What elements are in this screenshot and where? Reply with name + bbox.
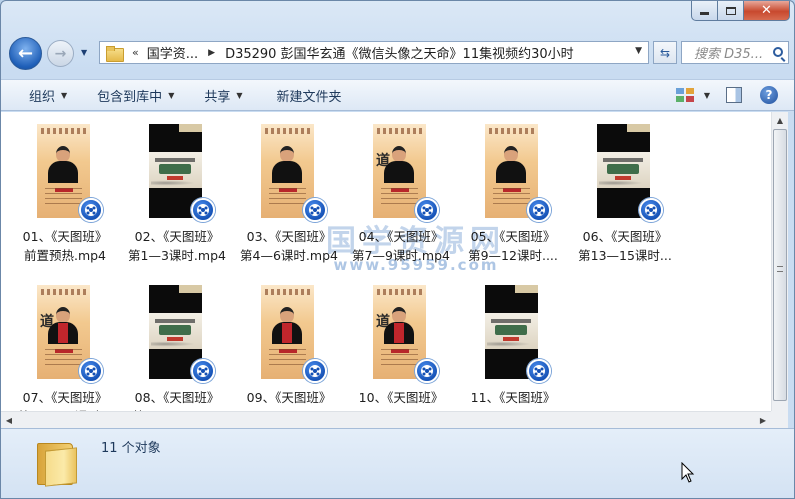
scroll-up-icon[interactable]: ▲ bbox=[772, 112, 788, 128]
search-icon[interactable] bbox=[773, 47, 783, 57]
file-item[interactable]: 06、《天图班》 第13—15课时... bbox=[569, 124, 681, 274]
file-name: 03、《天图班》 第4—6课时.mp4 bbox=[233, 227, 345, 265]
video-player-icon bbox=[191, 198, 215, 222]
close-icon: ✕ bbox=[761, 3, 772, 18]
breadcrumb-separator-icon[interactable]: ▶ bbox=[208, 48, 215, 58]
horizontal-scrollbar[interactable]: ◀ ▶ bbox=[1, 411, 771, 428]
file-item[interactable]: 05、《天图班》 第9—12课时.... bbox=[457, 124, 569, 274]
mouse-cursor-icon bbox=[681, 462, 695, 483]
navigation-bar: ← → ▼ « 国学资... ▶ D35290 彭国华玄通《微信头像之天命》11… bbox=[9, 37, 789, 71]
file-name-line2: 第13—15课时... bbox=[578, 248, 672, 263]
caption-buttons: ✕ bbox=[691, 1, 790, 23]
grip-icon bbox=[777, 266, 783, 272]
breadcrumb-current[interactable]: D35290 彭国华玄通《微信头像之天命》11集视频约30小时 bbox=[225, 43, 574, 62]
file-name-line1: 11、《天图班》 bbox=[470, 390, 556, 405]
command-bar: 组织 ▼ 包含到库中 ▼ 共享 ▼ 新建文件夹 ▼ ? bbox=[1, 79, 794, 111]
file-name: 02、《天图班》 第1—3课时.mp4 bbox=[121, 227, 233, 265]
folder-icon bbox=[37, 437, 79, 487]
refresh-button[interactable]: ⇆ bbox=[653, 41, 677, 64]
file-item[interactable]: 道 04、《天图班》 第7—9课时.mp4 bbox=[345, 124, 457, 274]
file-name-line1: 10、《天图班》 bbox=[358, 390, 444, 405]
view-options-dropdown-icon[interactable]: ▼ bbox=[704, 91, 710, 100]
file-item[interactable]: 03、《天图班》 第4—6课时.mp4 bbox=[233, 124, 345, 274]
change-view-icon[interactable] bbox=[675, 87, 696, 103]
search-box[interactable]: 搜索 D35... bbox=[681, 41, 789, 64]
file-name-line2: 第4—6课时.mp4 bbox=[240, 248, 338, 263]
file-name-line2: 前置预热.mp4 bbox=[23, 248, 107, 263]
forward-button[interactable]: → bbox=[47, 40, 74, 67]
file-name-line2: 第1—3课时.mp4 bbox=[128, 248, 226, 263]
share-button[interactable]: 共享 ▼ bbox=[198, 83, 248, 107]
forward-arrow-icon: → bbox=[54, 45, 67, 62]
vertical-scrollbar[interactable]: ▲ ▼ bbox=[771, 112, 788, 428]
video-player-icon bbox=[303, 359, 327, 383]
include-library-label: 包含到库中 bbox=[97, 89, 163, 105]
folder-icon bbox=[106, 45, 124, 62]
breadcrumb-item[interactable]: 国学资... bbox=[147, 43, 198, 62]
video-player-icon bbox=[191, 359, 215, 383]
file-name-line1: 02、《天图班》 bbox=[134, 229, 220, 244]
video-player-icon bbox=[415, 198, 439, 222]
explorer-window: ✕ ← → ▼ « 国学资... ▶ D35290 彭国华玄通《微信头像之天命》… bbox=[0, 0, 795, 499]
video-player-icon bbox=[527, 359, 551, 383]
toolbar-right-group: ▼ ? bbox=[675, 80, 794, 110]
back-arrow-icon: ← bbox=[17, 43, 34, 64]
video-player-icon bbox=[527, 198, 551, 222]
help-icon[interactable]: ? bbox=[760, 86, 778, 104]
file-name-line1: 04、《天图班》 bbox=[358, 229, 444, 244]
scroll-left-icon[interactable]: ◀ bbox=[1, 412, 17, 428]
chevron-down-icon: ▼ bbox=[236, 90, 243, 100]
preview-pane-icon[interactable] bbox=[726, 87, 742, 103]
share-label: 共享 bbox=[204, 89, 231, 105]
video-player-icon bbox=[303, 198, 327, 222]
organize-button[interactable]: 组织 ▼ bbox=[23, 83, 73, 107]
file-name-line2: 第9—12课时.... bbox=[468, 248, 558, 263]
address-bar[interactable]: « 国学资... ▶ D35290 彭国华玄通《微信头像之天命》11集视频约30… bbox=[99, 41, 649, 64]
maximize-button[interactable] bbox=[718, 1, 744, 21]
file-name: 04、《天图班》 第7—9课时.mp4 bbox=[345, 227, 457, 265]
search-placeholder: 搜索 D35... bbox=[694, 47, 764, 62]
video-player-icon bbox=[79, 198, 103, 222]
file-list: 国学资源网 www.95959.com 01、《天图班》 前置预热.mp4 02、《… bbox=[1, 112, 776, 428]
new-folder-label: 新建文件夹 bbox=[276, 89, 342, 105]
close-button[interactable]: ✕ bbox=[744, 1, 790, 21]
scroll-thumb[interactable] bbox=[773, 129, 787, 401]
recent-pages-dropdown[interactable]: ▼ bbox=[81, 48, 91, 58]
file-name-line1: 05、《天图班》 bbox=[470, 229, 556, 244]
file-name-line2: 第7—9课时.mp4 bbox=[352, 248, 450, 263]
back-button[interactable]: ← bbox=[9, 37, 42, 70]
file-name-line1: 09、《天图班》 bbox=[246, 390, 332, 405]
refresh-icon: ⇆ bbox=[659, 45, 671, 60]
scrollbar-corner bbox=[771, 411, 788, 428]
file-item[interactable]: 02、《天图班》 第1—3课时.mp4 bbox=[121, 124, 233, 274]
minimize-button[interactable] bbox=[691, 1, 718, 21]
include-in-library-button[interactable]: 包含到库中 ▼ bbox=[91, 83, 180, 107]
file-name-line1: 03、《天图班》 bbox=[246, 229, 332, 244]
video-player-icon bbox=[639, 198, 663, 222]
file-name: 01、《天图班》 前置预热.mp4 bbox=[9, 227, 121, 265]
scroll-right-icon[interactable]: ▶ bbox=[755, 412, 771, 428]
chevron-down-icon: ▼ bbox=[61, 90, 68, 100]
maximize-icon bbox=[725, 6, 736, 15]
new-folder-button[interactable]: 新建文件夹 bbox=[271, 83, 348, 107]
organize-label: 组织 bbox=[29, 89, 56, 105]
video-player-icon bbox=[415, 359, 439, 383]
breadcrumb-overflow[interactable]: « bbox=[132, 46, 139, 59]
minimize-icon bbox=[700, 12, 709, 15]
video-player-icon bbox=[79, 359, 103, 383]
file-name: 05、《天图班》 第9—12课时.... bbox=[457, 227, 569, 265]
file-name-line1: 07、《天图班》 bbox=[22, 390, 108, 405]
item-count: 11 个对象 bbox=[101, 441, 161, 456]
chevron-down-icon: ▼ bbox=[168, 90, 175, 100]
details-pane: 11 个对象 bbox=[1, 428, 794, 498]
file-name: 06、《天图班》 第13—15课时... bbox=[569, 227, 681, 265]
file-name-line1: 08、《天图班》 bbox=[134, 390, 220, 405]
file-name-line1: 06、《天图班》 bbox=[582, 229, 668, 244]
address-dropdown-icon[interactable]: ▼ bbox=[635, 46, 642, 56]
file-name-line1: 01、《天图班》 bbox=[22, 229, 108, 244]
file-item[interactable]: 01、《天图班》 前置预热.mp4 bbox=[9, 124, 121, 274]
chevron-down-icon: ▼ bbox=[81, 48, 88, 57]
